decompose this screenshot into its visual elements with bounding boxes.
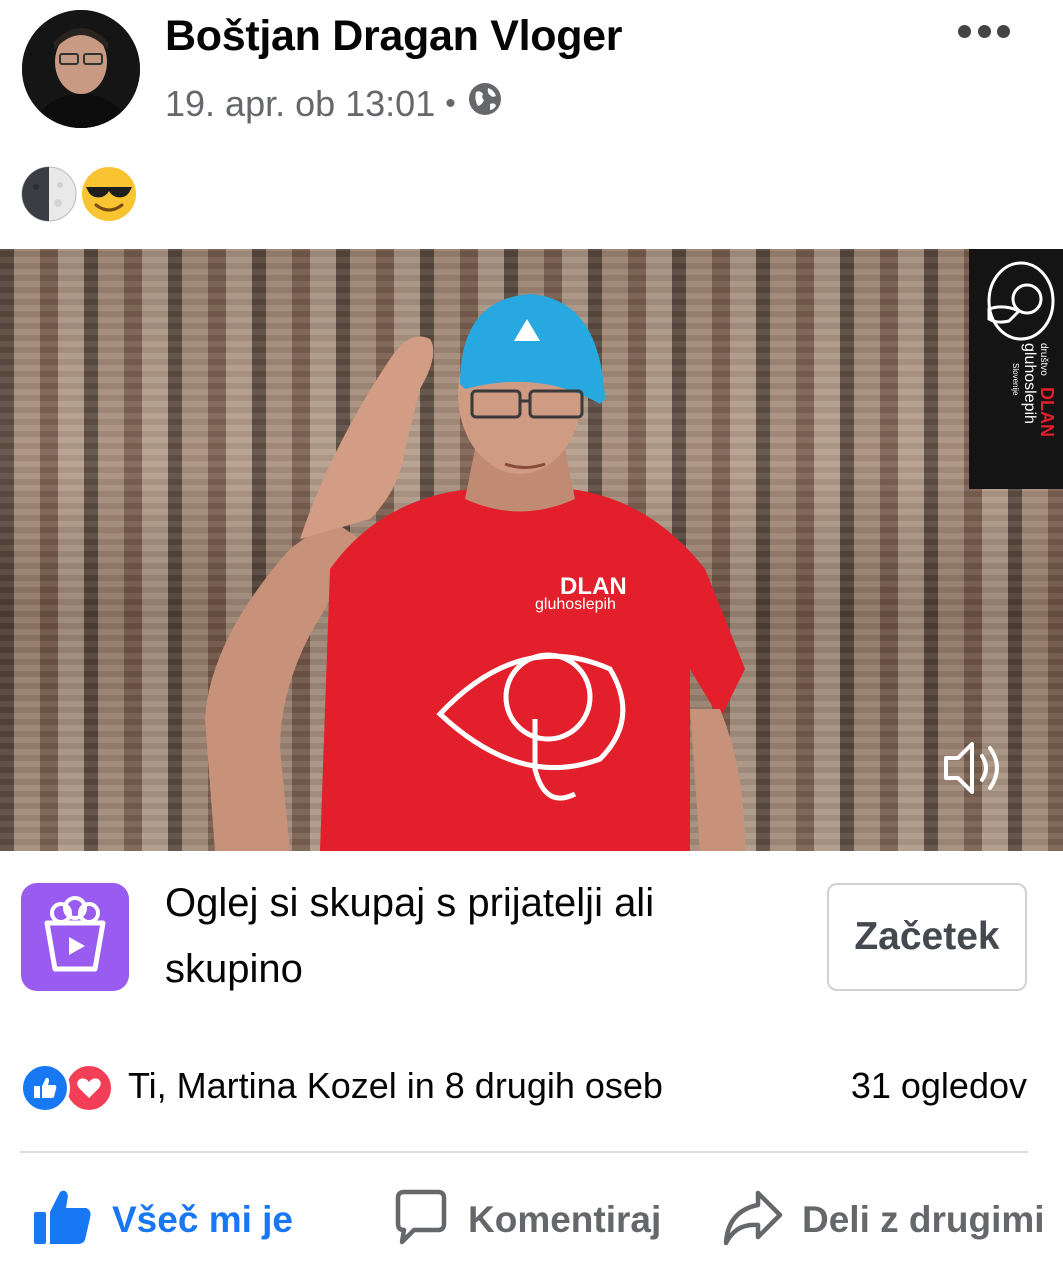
popcorn-play-icon[interactable]	[21, 883, 129, 991]
start-watch-party-button[interactable]: Začetek	[827, 883, 1027, 991]
post-date[interactable]: 19. apr. ob 13:01	[165, 83, 435, 125]
logo-brand: DLAN	[1037, 387, 1057, 437]
logo-country: Slovenije	[1011, 363, 1020, 396]
reactions-summary[interactable]: Ti, Martina Kozel in 8 drugih oseb	[128, 1065, 663, 1107]
more-dot	[997, 24, 1010, 38]
globe-icon	[466, 80, 504, 127]
svg-text:gluhoslepih: gluhoslepih	[535, 596, 616, 613]
like-button[interactable]: Všeč mi je	[30, 1180, 293, 1260]
dlan-logo-overlay: društvo DLAN gluhoslepih Slovenije	[969, 249, 1063, 489]
like-label: Všeč mi je	[112, 1199, 294, 1240]
comment-button[interactable]: Komentiraj	[390, 1180, 661, 1260]
author-name[interactable]: Boštjan Dragan Vloger	[165, 12, 623, 61]
love-reaction-icon	[64, 1063, 114, 1113]
share-arrow-icon	[722, 1187, 784, 1254]
video-player[interactable]: DLAN gluhoslepih društvo DLAN gluhoslepi…	[0, 249, 1063, 851]
more-options-button[interactable]	[958, 20, 1010, 42]
speaker-icon[interactable]	[940, 738, 1004, 798]
share-button[interactable]: Deli z drugimi	[722, 1180, 1045, 1260]
like-reaction-icon	[20, 1063, 70, 1113]
post-meta: 19. apr. ob 13:01 •	[165, 80, 504, 127]
view-count: 31 ogledov	[850, 1065, 1027, 1106]
post-text-emojis	[20, 165, 138, 228]
smiling-face-with-sunglasses-icon	[80, 165, 138, 228]
divider	[20, 1151, 1028, 1153]
watch-together-text: Oglej si skupaj s prijatelji ali skupino	[165, 881, 655, 991]
post-header: Boštjan Dragan Vloger 19. apr. ob 13:01 …	[0, 0, 1063, 140]
more-dot	[977, 24, 991, 38]
thumbs-up-icon	[30, 1188, 94, 1253]
meta-separator: •	[445, 86, 456, 120]
comment-label: Komentiraj	[468, 1199, 662, 1240]
comment-bubble-icon	[390, 1188, 450, 1253]
last-quarter-moon-icon	[20, 165, 78, 228]
reaction-icons[interactable]	[20, 1063, 114, 1113]
avatar[interactable]	[22, 10, 140, 128]
video-person: DLAN gluhoslepih	[205, 294, 745, 851]
logo-subtitle: gluhoslepih	[1021, 343, 1038, 424]
more-dot	[958, 24, 971, 38]
share-label: Deli z drugimi	[802, 1199, 1045, 1240]
logo-small-text: društvo	[1038, 343, 1049, 376]
